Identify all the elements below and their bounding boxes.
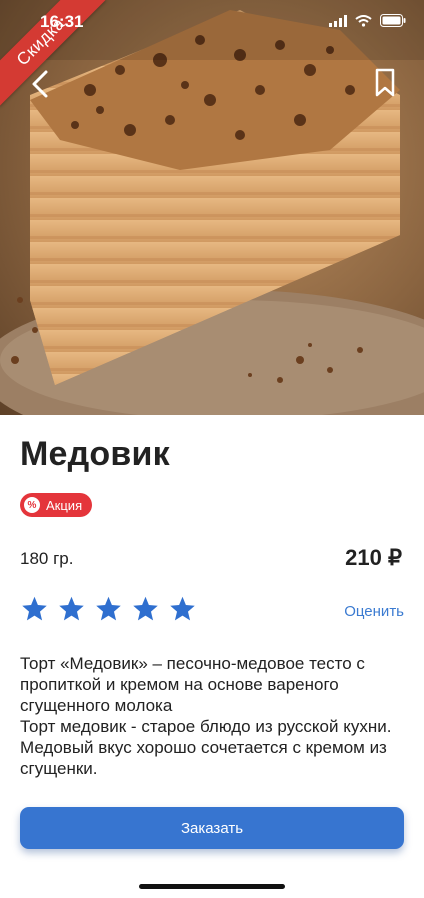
status-icons xyxy=(329,14,406,27)
product-description: Торт «Медовик» – песочно-медовое тесто с… xyxy=(20,653,410,779)
chevron-left-icon xyxy=(32,70,48,98)
signal-icon xyxy=(329,14,347,27)
star-icon[interactable] xyxy=(131,595,160,623)
percent-icon: % xyxy=(24,497,40,513)
order-button[interactable]: Заказать xyxy=(20,807,404,849)
description-paragraph: Торт медовик - старое блюдо из русской к… xyxy=(20,717,392,778)
star-icon[interactable] xyxy=(57,595,86,623)
rating-stars[interactable] xyxy=(20,595,197,623)
promo-badge: % Акция xyxy=(20,493,93,517)
product-image xyxy=(0,0,424,415)
promo-badge-label: Акция xyxy=(46,497,83,513)
product-price: 210 ₽ xyxy=(345,545,402,570)
bookmark-button[interactable] xyxy=(372,66,398,100)
description-paragraph: Торт «Медовик» – песочно-медовое тесто с… xyxy=(20,654,365,715)
bookmark-icon xyxy=(375,68,395,97)
wifi-icon xyxy=(355,14,372,27)
home-indicator[interactable] xyxy=(139,884,285,889)
cake-illustration xyxy=(0,0,424,415)
star-icon[interactable] xyxy=(168,595,197,623)
status-bar: 16:31 xyxy=(0,0,424,44)
star-icon[interactable] xyxy=(20,595,49,623)
back-button[interactable] xyxy=(26,66,56,102)
product-title: Медовик xyxy=(20,435,170,473)
star-icon[interactable] xyxy=(94,595,123,623)
product-weight: 180 гр. xyxy=(20,549,74,568)
status-time: 16:31 xyxy=(40,12,84,31)
battery-icon xyxy=(380,14,406,27)
rate-link[interactable]: Оценить xyxy=(344,603,404,620)
